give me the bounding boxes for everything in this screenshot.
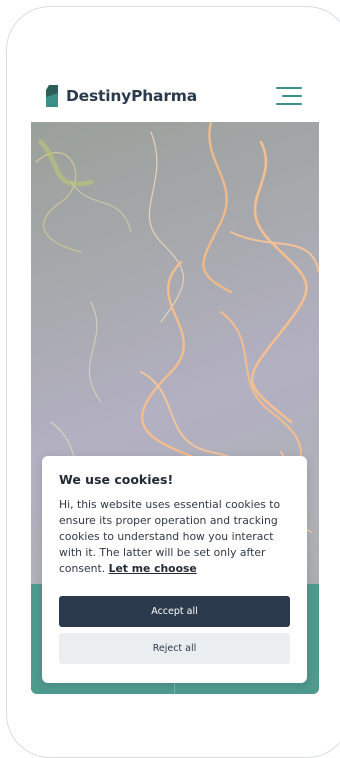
cookie-description: Hi, this website uses essential cookies … xyxy=(59,497,290,577)
site-header: DestinyPharma xyxy=(46,84,306,108)
accept-all-button[interactable]: Accept all xyxy=(59,596,290,627)
leaf-logo-icon xyxy=(46,85,58,107)
brand-name: DestinyPharma xyxy=(66,87,197,105)
let-me-choose-link[interactable]: Let me choose xyxy=(109,562,197,575)
cookie-title: We use cookies! xyxy=(59,472,174,487)
reject-all-button[interactable]: Reject all xyxy=(59,633,290,664)
hamburger-menu-icon[interactable] xyxy=(274,87,302,105)
cookie-consent-dialog: We use cookies! Hi, this website uses es… xyxy=(42,456,307,683)
brand-logo[interactable]: DestinyPharma xyxy=(46,84,197,108)
